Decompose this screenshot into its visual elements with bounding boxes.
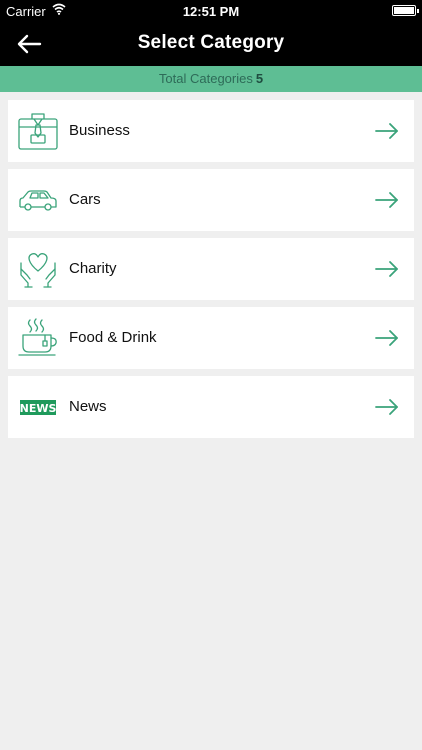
navigation-bar: Select Category (0, 22, 422, 66)
category-label: Cars (69, 191, 101, 208)
battery-icon (392, 5, 419, 16)
category-row-cars[interactable]: Cars (8, 169, 414, 231)
car-icon (18, 180, 58, 220)
arrow-right-icon (374, 191, 400, 209)
total-categories-count: 5 (255, 71, 264, 86)
category-label: Charity (69, 260, 117, 277)
arrow-right-icon (374, 398, 400, 416)
coffee-cup-icon (18, 318, 58, 358)
total-categories-label: Total Categories (158, 71, 253, 86)
total-categories-bar: Total Categories 5 (0, 66, 422, 92)
clock: 12:51 PM (182, 4, 240, 19)
category-label: Business (69, 122, 130, 139)
svg-text:NEWS: NEWS (20, 402, 57, 415)
category-label: News (69, 398, 107, 415)
arrow-right-icon (374, 122, 400, 140)
category-row-food-drink[interactable]: Food & Drink (8, 307, 414, 369)
page-title: Select Category (137, 32, 285, 53)
category-row-news[interactable]: NEWS News (8, 376, 414, 438)
news-icon: NEWS (18, 387, 58, 427)
category-row-business[interactable]: Business (8, 100, 414, 162)
category-list: Business Cars Charity Food & Drink NEWS … (8, 100, 414, 445)
arrow-right-icon (374, 329, 400, 347)
briefcase-icon (18, 111, 58, 151)
status-bar: Carrier 12:51 PM (0, 0, 422, 22)
category-label: Food & Drink (69, 329, 157, 346)
arrow-right-icon (374, 260, 400, 278)
category-row-charity[interactable]: Charity (8, 238, 414, 300)
heart-hands-icon (18, 249, 58, 289)
